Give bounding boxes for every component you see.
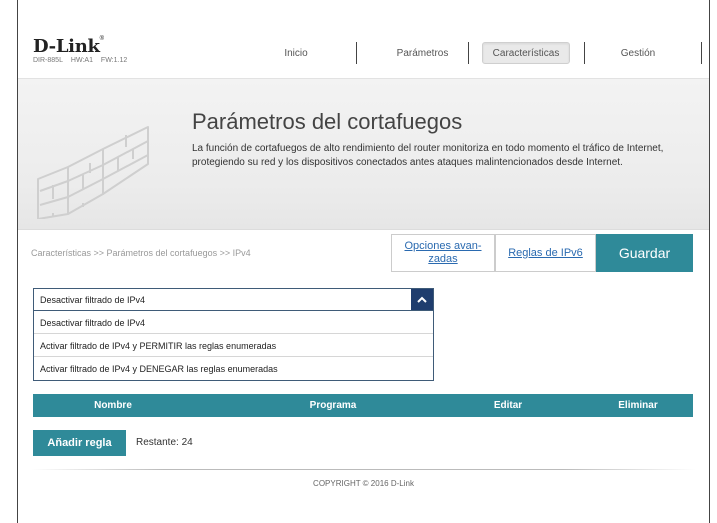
ipv6-rules-link[interactable]: Reglas de IPv6 <box>495 234 596 272</box>
logo-text: D-Link <box>33 36 100 57</box>
advanced-options-line2: zadas <box>428 253 458 265</box>
advanced-options-label: Opciones avan-zadas <box>404 240 481 266</box>
nav-separator <box>468 42 469 64</box>
page-description: La función de cortafuegos de alto rendim… <box>192 143 664 168</box>
chevron-up-icon[interactable] <box>411 289 433 310</box>
advanced-options-line1: Opciones avan- <box>404 240 482 252</box>
page-title: Parámetros del cortafuegos <box>192 109 463 134</box>
column-delete: Eliminar <box>618 400 658 411</box>
breadcrumb: Características >> Parámetros del cortaf… <box>31 248 251 258</box>
advanced-options-link[interactable]: Opciones avan-zadas <box>391 234 495 272</box>
column-name: Nombre <box>94 400 132 411</box>
nav-parametros[interactable]: Parámetros <box>380 42 465 64</box>
page-banner: Parámetros del cortafuegos La función de… <box>18 78 709 230</box>
nav-separator <box>356 42 357 64</box>
footer-divider <box>31 469 696 470</box>
filter-option-disable[interactable]: Desactivar filtrado de IPv4 <box>34 311 433 334</box>
filter-selected-label: Desactivar filtrado de IPv4 <box>40 295 146 305</box>
registered-mark: ® <box>99 36 104 42</box>
nav-caracteristicas[interactable]: Características <box>482 42 570 64</box>
hardware-version: HW:A1 <box>70 57 93 64</box>
model-name: DIR-885L <box>33 57 63 64</box>
copyright: COPYRIGHT © 2016 D-Link <box>313 479 414 488</box>
router-admin-frame: D-Link® DIR-885L HW:A1 FW:1.12 Inicio Pa… <box>17 0 710 523</box>
rules-table-header: Nombre Programa Editar Eliminar <box>33 394 693 417</box>
firewall-brick-icon <box>37 126 149 219</box>
filter-option-deny[interactable]: Activar filtrado de IPv4 y DENEGAR las r… <box>34 357 433 380</box>
ipv4-filter-select[interactable]: Desactivar filtrado de IPv4 Desactivar f… <box>33 288 434 381</box>
nav-gestion[interactable]: Gestión <box>598 42 678 64</box>
dlink-logo[interactable]: D-Link® <box>33 36 104 57</box>
nav-separator <box>584 42 585 64</box>
firmware-version: FW:1.12 <box>100 57 128 64</box>
nav-separator <box>701 42 702 64</box>
nav-inicio[interactable]: Inicio <box>261 42 331 64</box>
header: D-Link® DIR-885L HW:A1 FW:1.12 Inicio Pa… <box>18 0 709 78</box>
remaining-rules-count: Restante: 24 <box>136 437 193 448</box>
column-edit: Editar <box>493 400 523 411</box>
device-info: DIR-885L HW:A1 FW:1.12 <box>33 57 133 64</box>
filter-option-allow[interactable]: Activar filtrado de IPv4 y PERMITIR las … <box>34 334 433 357</box>
filter-selected-value[interactable]: Desactivar filtrado de IPv4 <box>34 289 433 311</box>
add-rule-button[interactable]: Añadir regla <box>33 430 126 456</box>
save-button[interactable]: Guardar <box>596 234 693 272</box>
action-bar: Características >> Parámetros del cortaf… <box>18 234 709 272</box>
column-schedule: Programa <box>309 400 357 411</box>
